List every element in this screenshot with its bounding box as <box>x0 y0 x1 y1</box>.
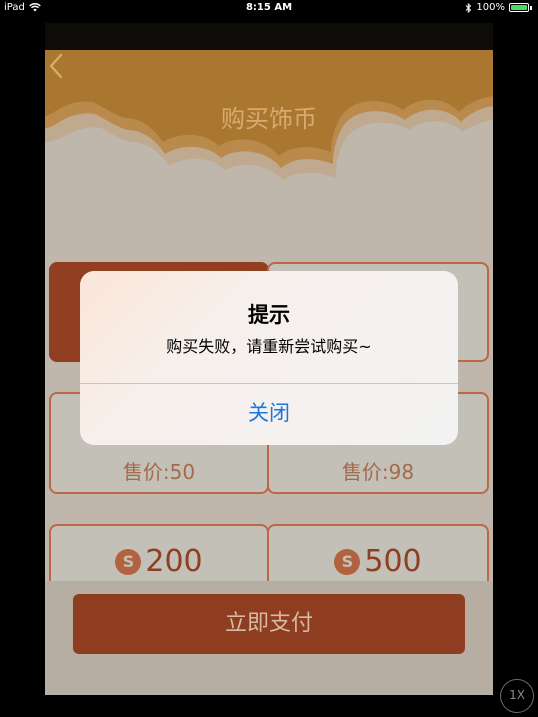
chevron-left-icon[interactable] <box>45 50 69 82</box>
status-bar: iPad 8:15 AM 100% <box>0 0 538 16</box>
bluetooth-icon <box>466 2 472 13</box>
pay-now-button[interactable]: 立即支付 <box>73 594 465 654</box>
battery-percent: 100% <box>476 2 505 13</box>
app-status-strip <box>45 23 493 50</box>
status-time: 8:15 AM <box>245 2 293 13</box>
header: 购买饰币 <box>45 50 493 200</box>
alert-message: 购买失败，请重新尝试购买~ <box>166 337 372 356</box>
alert-dialog: 提示 购买失败，请重新尝试购买~ 关闭 <box>80 271 458 445</box>
price-label: 售价:98 <box>341 460 415 484</box>
price-label: 售价:50 <box>122 460 196 484</box>
page-title: 购买饰币 <box>221 105 317 133</box>
battery-level <box>511 5 527 10</box>
coin-amount: 500 <box>364 544 422 579</box>
coin-icon: S <box>115 548 142 575</box>
alert-title: 提示 <box>248 303 290 327</box>
zoom-button[interactable]: 1X <box>500 679 534 713</box>
coin-amount: 200 <box>145 544 203 579</box>
battery-icon <box>509 3 529 12</box>
alert-close-button[interactable]: 关闭 <box>80 384 458 445</box>
coin-icon: S <box>334 548 361 575</box>
bottom-bar: 立即支付 <box>45 581 493 695</box>
